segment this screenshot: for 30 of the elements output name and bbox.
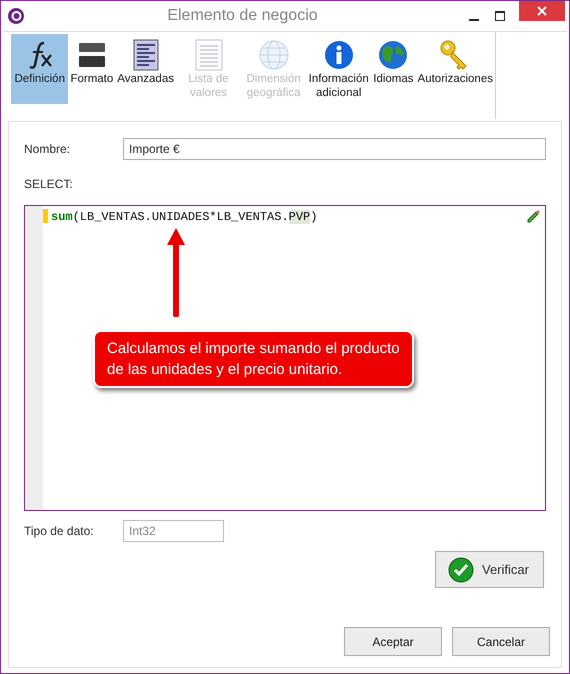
toolbar-tab[interactable]: Formato bbox=[68, 34, 116, 104]
callout-note: Calculamos el importe sumando el producto de las unidades y el precio unitario. bbox=[93, 330, 414, 388]
toolbar-tab[interactable]: Información adicional bbox=[306, 34, 372, 104]
close-button[interactable] bbox=[519, 1, 565, 21]
dialog-button[interactable]: Aceptar bbox=[344, 627, 442, 656]
close-icon bbox=[537, 6, 547, 16]
document-icon bbox=[194, 39, 223, 71]
toolbar-tab[interactable]: Avanzadas bbox=[115, 34, 176, 104]
field-label: Tipo de dato: bbox=[24, 523, 95, 540]
name-field[interactable]: Importe € bbox=[123, 138, 546, 160]
field-label: Nombre: bbox=[24, 141, 72, 158]
data-type-field[interactable]: Int32 bbox=[123, 520, 224, 542]
document-lines-icon bbox=[132, 39, 159, 71]
toolbar-tab[interactable]: Definición bbox=[11, 34, 68, 104]
info-icon bbox=[324, 40, 354, 70]
field-label: SELECT: bbox=[24, 176, 74, 193]
window-title: Elemento de negocio bbox=[166, 6, 319, 26]
minimize-icon bbox=[469, 19, 479, 21]
toolbar-tab[interactable]: Idiomas bbox=[371, 34, 416, 104]
toolbar-tab[interactable]: Autorizaciones bbox=[416, 34, 495, 104]
maximize-icon bbox=[495, 11, 505, 21]
globe-icon bbox=[258, 39, 290, 71]
code-line: sum(LB_VENTAS.UNIDADES*LB_VENTAS.PVP) bbox=[51, 209, 318, 226]
check-icon bbox=[448, 556, 474, 582]
app-logo-icon bbox=[8, 8, 24, 24]
pencil-icon[interactable] bbox=[527, 209, 541, 223]
earth-icon bbox=[378, 40, 408, 70]
verify-button[interactable]: Verificar bbox=[435, 551, 544, 588]
dialog-button[interactable]: Cancelar bbox=[452, 627, 550, 656]
change-marker-icon bbox=[43, 209, 48, 223]
